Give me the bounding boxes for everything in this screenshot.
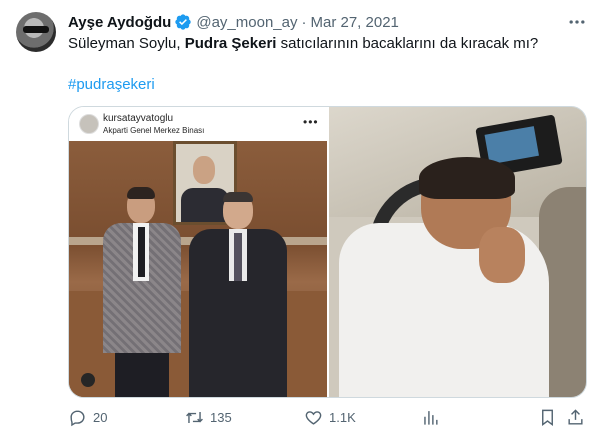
views-button[interactable] [421, 404, 446, 430]
retweet-count: 135 [210, 409, 232, 425]
person-right [189, 192, 287, 397]
more-horizontal-icon[interactable] [566, 12, 588, 32]
car-screen [484, 126, 539, 165]
reply-count: 20 [93, 409, 108, 425]
person-left [103, 187, 181, 397]
share-button[interactable] [566, 404, 591, 430]
tweet-text-part1: Süleyman Soylu, [68, 35, 185, 52]
tweet-text-part2: satıcılarının bacaklarını da kıracak mı? [276, 35, 539, 52]
bookmark-button[interactable] [538, 404, 563, 430]
instagram-post-header: kursatayvatoglu Akparti Genel Merkez Bin… [69, 107, 327, 141]
author-name[interactable]: Ayşe Aydoğdu [68, 14, 171, 31]
tweet-header: Ayşe Aydoğdu @ay_moon_ay · Mar 27, 2021 [68, 12, 399, 32]
avatar-glasses [23, 26, 49, 33]
portrait-face [193, 156, 215, 184]
retweet-button[interactable]: 135 [185, 404, 232, 430]
media-image-1[interactable]: kursatayvatoglu Akparti Genel Merkez Bin… [69, 107, 327, 397]
tweet-media: kursatayvatoglu Akparti Genel Merkez Bin… [68, 106, 587, 398]
share-icon [568, 408, 583, 425]
instagram-avatar [79, 114, 99, 134]
office-photo [69, 141, 327, 397]
tweet-text-bold: Pudra Şekeri [184, 35, 277, 52]
media-image-2[interactable] [329, 107, 586, 397]
hashtag-link[interactable]: #pudraşekeri [68, 76, 155, 93]
person-left-hair [127, 187, 155, 199]
person-left-tie [138, 227, 145, 277]
author-handle[interactable]: @ay_moon_ay [196, 14, 297, 31]
tweet-date[interactable]: Mar 27, 2021 [310, 14, 398, 31]
person-left-legs [115, 353, 169, 397]
author-avatar[interactable] [16, 12, 56, 52]
reply-button[interactable]: 20 [68, 404, 107, 430]
instagram-username: kursatayvatoglu [103, 113, 174, 124]
tweet-text: Süleyman Soylu, Pudra Şekeri satıcıların… [68, 34, 578, 54]
tweet-actions: 20 135 1.1K [68, 404, 588, 430]
header-separator: · [301, 13, 307, 31]
retweet-icon [186, 411, 203, 423]
bar-chart-icon [424, 410, 438, 425]
like-count: 1.1K [329, 409, 356, 425]
instagram-location: Akparti Genel Merkez Binası [103, 126, 205, 135]
bookmark-icon [542, 409, 553, 426]
person-right-hair [223, 192, 253, 202]
instagram-more-icon: ••• [303, 115, 319, 129]
man-hair [419, 157, 515, 199]
heart-icon [305, 410, 322, 425]
like-button[interactable]: 1.1K [304, 404, 356, 430]
reply-icon [70, 409, 85, 426]
instagram-user-icon [81, 373, 95, 387]
verified-badge-icon [175, 14, 192, 30]
person-right-tie [234, 233, 242, 281]
man-hand [479, 227, 525, 283]
